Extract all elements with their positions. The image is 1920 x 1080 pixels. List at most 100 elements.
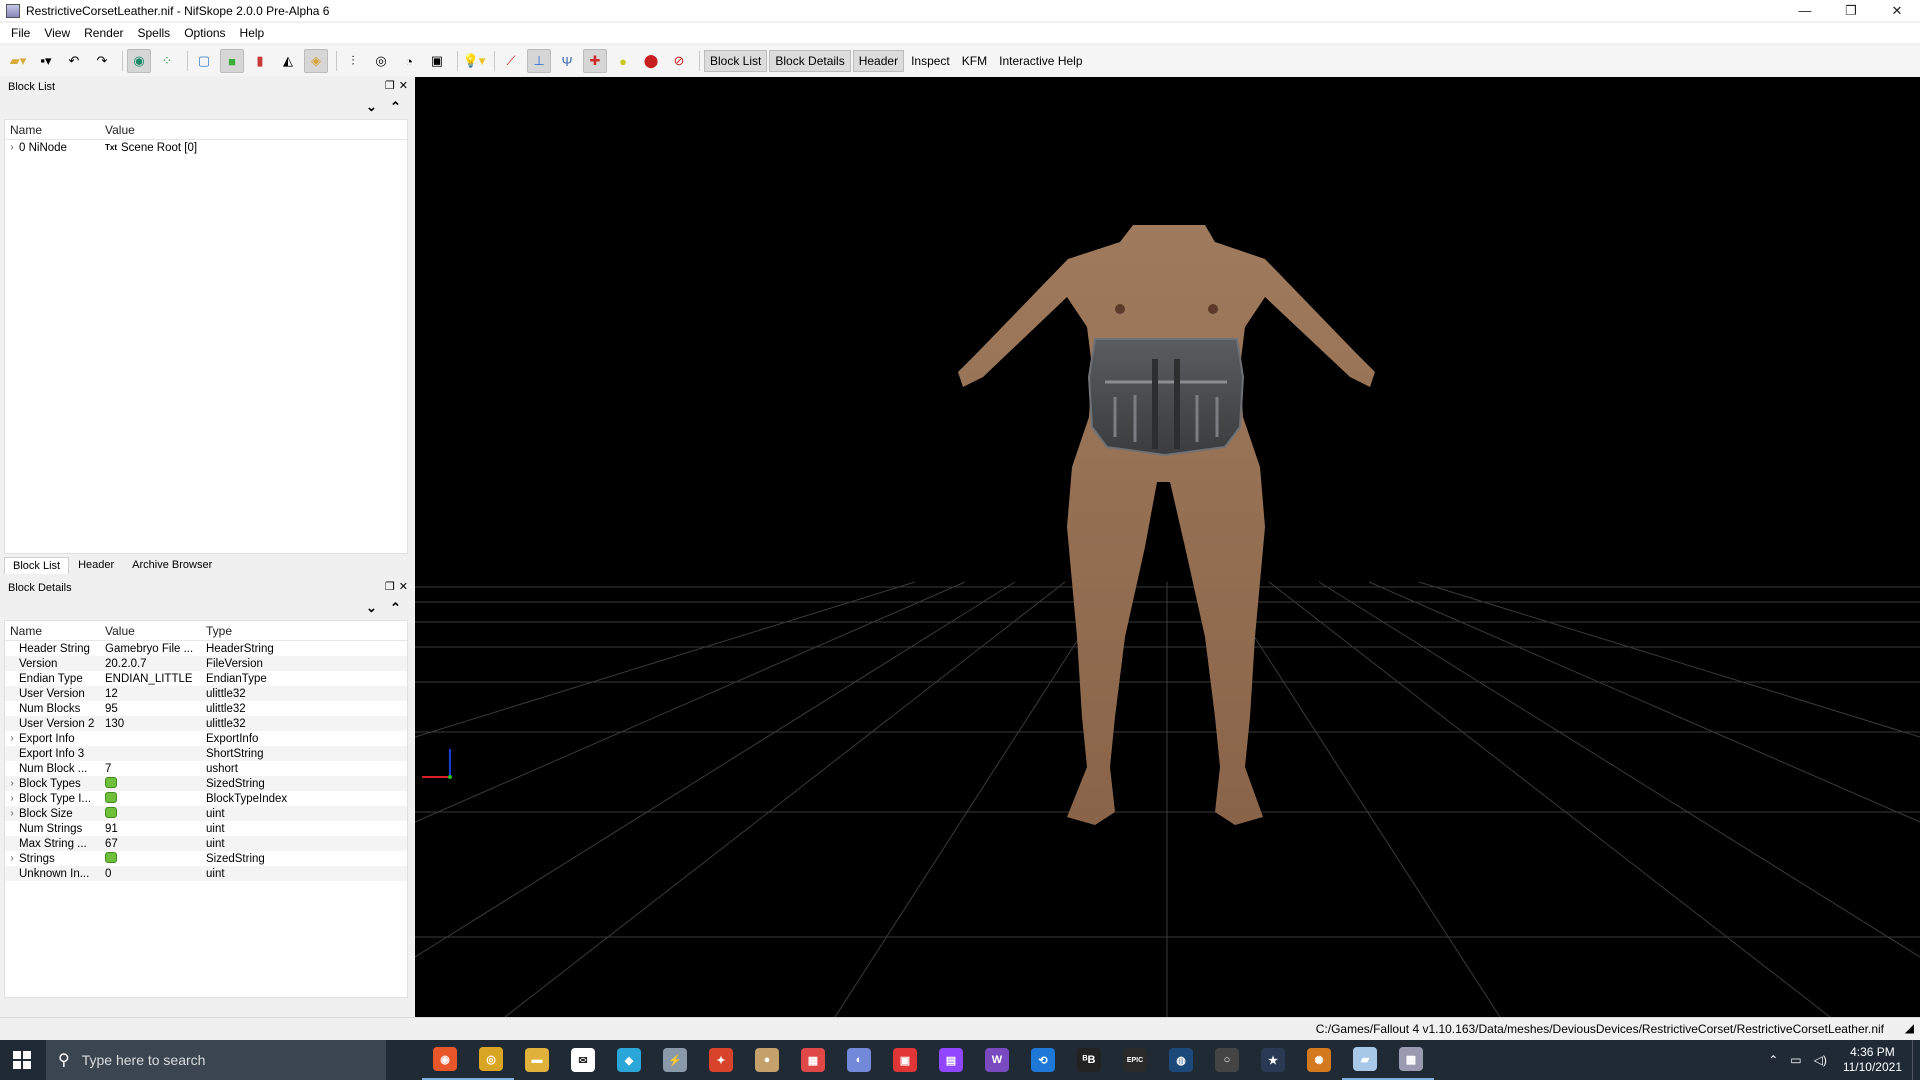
taskbar-app-tool-app[interactable]: ⚡	[652, 1040, 698, 1080]
taskbar-app-mail[interactable]: ✉	[560, 1040, 606, 1080]
taskbar-app-epic-games[interactable]: EPIC	[1112, 1040, 1158, 1080]
detail-row[interactable]: Version 20.2.0.7 FileVersion	[5, 656, 407, 671]
detail-row[interactable]: Num Blocks 95 ulittle32	[5, 701, 407, 716]
taskbar-app-orange-app[interactable]: ✺	[1296, 1040, 1342, 1080]
tab-block-list[interactable]: Block List	[4, 557, 70, 574]
expand-all-icon[interactable]: ⌄	[366, 600, 377, 616]
detail-row[interactable]: Export Info 3 ShortString	[5, 746, 407, 761]
green-cube-icon[interactable]: ■	[220, 49, 244, 73]
expand-arrow-icon[interactable]: ›	[5, 793, 19, 804]
close-icon[interactable]: ✕	[399, 79, 408, 92]
taskbar-app-nifskope[interactable]: ▩	[1388, 1040, 1434, 1080]
expand-arrow-icon[interactable]: ›	[5, 853, 19, 864]
tray-expand-icon[interactable]: ⌃	[1762, 1053, 1784, 1067]
resize-grip-icon[interactable]: ◢	[1905, 1021, 1914, 1035]
yellow-circle-icon[interactable]: ●	[611, 49, 635, 73]
marker-icon[interactable]: ⫶	[341, 49, 365, 73]
texture-cube-icon[interactable]: ◈	[304, 49, 328, 73]
menu-view[interactable]: View	[37, 26, 77, 40]
menu-file[interactable]: File	[4, 26, 37, 40]
taskbar-app-orb-app[interactable]: ●	[744, 1040, 790, 1080]
menu-spells[interactable]: Spells	[131, 26, 178, 40]
network-icon[interactable]: ▭	[1784, 1053, 1807, 1067]
detail-row[interactable]: › Strings SizedString	[5, 851, 407, 866]
taskbar-app-notepad[interactable]: ▰	[1342, 1040, 1388, 1080]
detail-row[interactable]: User Version 2 130 ulittle32	[5, 716, 407, 731]
light-bulb-icon[interactable]: 💡▾	[462, 49, 486, 73]
taskbar-app-twitch[interactable]: ▤	[928, 1040, 974, 1080]
constraint-icon[interactable]: ✚	[583, 49, 607, 73]
col-type[interactable]: Type	[206, 624, 356, 638]
detail-row[interactable]: Num Block ... 7 ushort	[5, 761, 407, 776]
taskbar-app-red-app[interactable]: ▣	[882, 1040, 928, 1080]
eye-hidden-icon[interactable]: ◔	[397, 49, 421, 73]
collapse-all-icon[interactable]: ⌃	[390, 600, 401, 616]
col-name[interactable]: Name	[5, 624, 105, 638]
render-viewport[interactable]	[415, 77, 1920, 1017]
show-desktop-button[interactable]	[1912, 1040, 1920, 1080]
save-file-icon[interactable]: ▪▾	[34, 49, 58, 73]
tab-header[interactable]: Header	[69, 556, 123, 574]
nodes-icon[interactable]: ⁘	[155, 49, 179, 73]
taskbar-app-fox-app[interactable]: ✦	[698, 1040, 744, 1080]
expand-arrow-icon[interactable]: ›	[5, 808, 19, 819]
float-icon[interactable]: ❐	[385, 79, 395, 92]
detail-row[interactable]: › Block Types SizedString	[5, 776, 407, 791]
taskbar-app-blue-app[interactable]: ⟲	[1020, 1040, 1066, 1080]
detail-row[interactable]: User Version 12 ulittle32	[5, 686, 407, 701]
restore-button[interactable]: ❐	[1828, 0, 1874, 21]
axis-red-icon[interactable]: ⟋	[499, 49, 523, 73]
detail-row[interactable]: Unknown In... 0 uint	[5, 866, 407, 881]
close-icon[interactable]: ✕	[399, 580, 408, 593]
col-value[interactable]: Value	[105, 624, 206, 638]
col-value[interactable]: Value	[105, 123, 305, 137]
globe-view-icon[interactable]: ◉	[127, 49, 151, 73]
taskbar-app-chrome[interactable]: ◎	[468, 1040, 514, 1080]
hide-marker-icon[interactable]: ⊘	[667, 49, 691, 73]
menu-help[interactable]: Help	[233, 26, 272, 40]
taskbar-app-ring-app[interactable]: ○	[1204, 1040, 1250, 1080]
detail-row[interactable]: Endian Type ENDIAN_LITTLE EndianType	[5, 671, 407, 686]
undo-icon[interactable]: ↶	[62, 49, 86, 73]
taskbar-app-discord[interactable]: ◐	[836, 1040, 882, 1080]
detail-row[interactable]: › Block Size uint	[5, 806, 407, 821]
redo-icon[interactable]: ↷	[90, 49, 114, 73]
menu-render[interactable]: Render	[77, 26, 130, 40]
cube-frame-icon[interactable]: ▢	[192, 49, 216, 73]
col-name[interactable]: Name	[5, 123, 105, 137]
taskbar-search[interactable]: ⚲ Type here to search	[46, 1040, 386, 1080]
open-file-icon[interactable]: ▰▾	[6, 49, 30, 73]
interactive-help-button[interactable]: Interactive Help	[994, 51, 1087, 71]
skeleton-icon[interactable]: Ψ	[555, 49, 579, 73]
expand-all-icon[interactable]: ⌄	[366, 99, 377, 115]
axis-gizmo-icon[interactable]: ⊥	[527, 49, 551, 73]
taskbar-app-firefox[interactable]: ◉	[422, 1040, 468, 1080]
toggle-block-list-button[interactable]: Block List	[704, 50, 768, 72]
float-icon[interactable]: ❐	[385, 580, 395, 593]
screenshot-icon[interactable]: ▣	[425, 49, 449, 73]
volume-icon[interactable]: ◁)	[1808, 1053, 1833, 1067]
expand-arrow-icon[interactable]: ›	[5, 142, 19, 153]
toggle-inspect-button[interactable]: Inspect	[906, 51, 955, 71]
start-button[interactable]	[0, 1040, 44, 1080]
clock[interactable]: 4:36 PM 11/10/2021	[1833, 1045, 1912, 1075]
toggle-block-details-button[interactable]: Block Details	[769, 50, 851, 72]
expand-arrow-icon[interactable]: ›	[5, 733, 19, 744]
detail-row[interactable]: Header String Gamebryo File ... HeaderStri…	[5, 641, 407, 656]
detail-row[interactable]: › Block Type I... BlockTypeIndex	[5, 791, 407, 806]
taskbar-app-box-app[interactable]: ◆	[606, 1040, 652, 1080]
toggle-header-button[interactable]: Header	[852, 50, 905, 72]
taskbar-app-star-app[interactable]: ★	[1250, 1040, 1296, 1080]
minimize-button[interactable]: —	[1782, 0, 1828, 21]
taskbar-app-steam[interactable]: ◍	[1158, 1040, 1204, 1080]
pin-icon[interactable]: ⬤	[639, 49, 663, 73]
detail-row[interactable]: › Export Info ExportInfo	[5, 731, 407, 746]
detail-row[interactable]: Max String ... 67 uint	[5, 836, 407, 851]
eye-icon[interactable]: ◎	[369, 49, 393, 73]
taskbar-app-calendar-app[interactable]: ▦	[790, 1040, 836, 1080]
flip-icon[interactable]: ◭	[276, 49, 300, 73]
taskbar-app-file-explorer[interactable]: ▬	[514, 1040, 560, 1080]
close-button[interactable]: ✕	[1874, 0, 1920, 21]
tree-row[interactable]: › 0 NiNode Txt Scene Root [0]	[5, 140, 407, 155]
red-book-icon[interactable]: ▮	[248, 49, 272, 73]
